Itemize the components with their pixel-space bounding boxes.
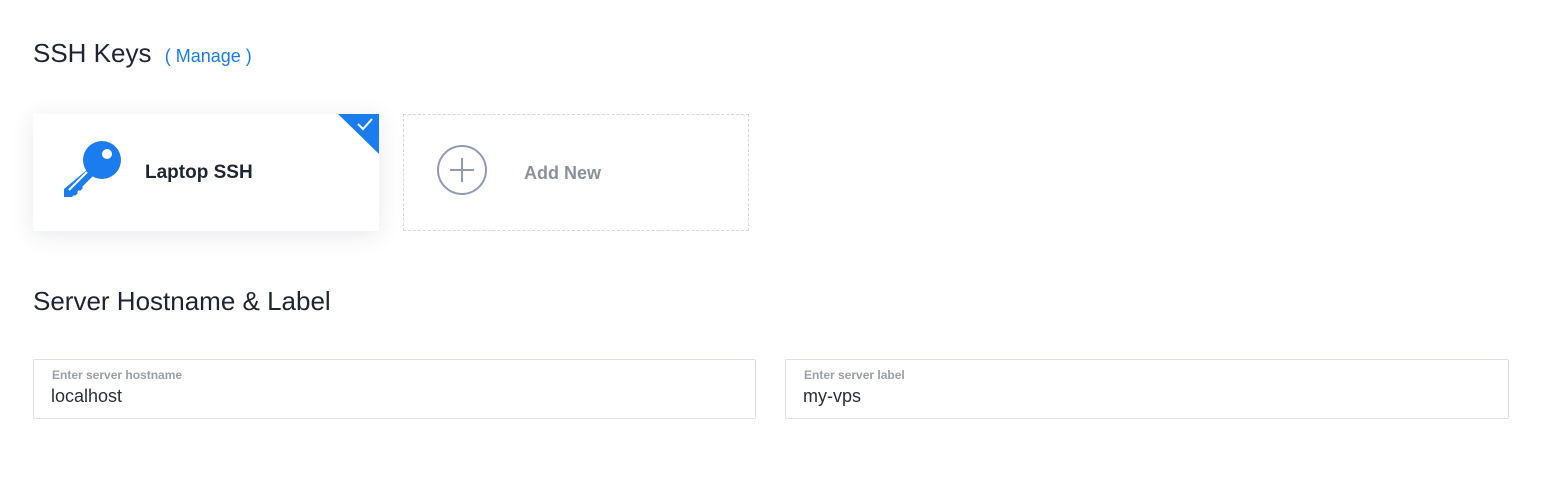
label-field: Enter server label (785, 359, 1509, 419)
ssh-key-label: Laptop SSH (145, 162, 253, 183)
ssh-keys-heading: SSH Keys ( Manage ) (33, 38, 252, 69)
add-new-ssh-key-card[interactable]: Add New (403, 114, 749, 231)
server-hostname-heading: Server Hostname & Label (33, 286, 331, 316)
ssh-keys-title: SSH Keys (33, 38, 152, 68)
key-icon (64, 141, 121, 197)
hostname-field: Enter server hostname (33, 359, 756, 419)
hostname-caption: Enter server hostname (52, 368, 183, 382)
manage-ssh-keys-link[interactable]: ( Manage ) (165, 46, 252, 66)
add-new-label: Add New (524, 163, 602, 183)
plus-circle-icon (437, 145, 487, 195)
label-input[interactable] (803, 386, 1485, 407)
ssh-key-card-laptop[interactable]: Laptop SSH (33, 114, 379, 231)
hostname-input[interactable] (51, 386, 732, 407)
selected-check-icon (338, 114, 379, 154)
label-caption: Enter server label (804, 368, 905, 382)
